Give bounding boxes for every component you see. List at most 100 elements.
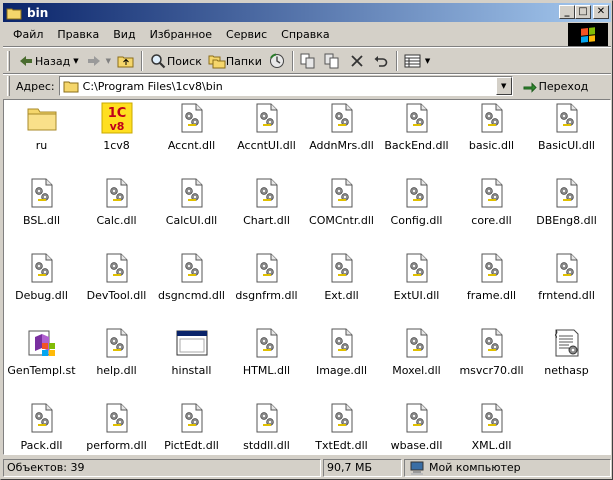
menu-view[interactable]: Вид <box>106 28 142 41</box>
file-name: Moxel.dll <box>392 364 441 377</box>
file-item[interactable]: COMCntr.dll <box>304 175 379 245</box>
file-item[interactable]: nethasp <box>529 325 604 395</box>
file-item[interactable]: help.dll <box>79 325 154 395</box>
up-folder-button[interactable] <box>114 50 138 72</box>
folders-icon <box>208 52 226 70</box>
file-item[interactable]: Accnt.dll <box>154 100 229 170</box>
undo-button[interactable] <box>369 50 393 72</box>
file-item[interactable]: PictEdt.dll <box>154 400 229 454</box>
file-item[interactable]: GenTempl.st <box>4 325 79 395</box>
history-icon <box>268 52 286 70</box>
dll-file-icon <box>251 252 283 284</box>
views-button[interactable]: ▼ <box>401 50 433 72</box>
chevron-down-icon[interactable]: ▼ <box>73 57 78 65</box>
title-bar[interactable]: bin _ □ ✕ <box>3 3 611 22</box>
window-app-icon <box>176 327 208 359</box>
menu-favorites[interactable]: Избранное <box>143 28 219 41</box>
dll-file-icon <box>476 102 508 134</box>
back-label: Назад <box>35 54 71 68</box>
file-item[interactable]: basic.dll <box>454 100 529 170</box>
file-item[interactable]: Calc.dll <box>79 175 154 245</box>
file-item[interactable]: frntend.dll <box>529 250 604 320</box>
file-name: COMCntr.dll <box>309 214 374 227</box>
file-item[interactable]: Ext.dll <box>304 250 379 320</box>
file-item[interactable]: Config.dll <box>379 175 454 245</box>
file-item[interactable]: Pack.dll <box>4 400 79 454</box>
copy-to-button[interactable] <box>321 50 345 72</box>
history-button[interactable] <box>265 50 289 72</box>
file-name: stddll.dll <box>243 439 290 452</box>
file-name: DBEng8.dll <box>536 214 597 227</box>
file-name: Image.dll <box>315 364 368 377</box>
file-item[interactable]: Image.dll <box>304 325 379 395</box>
file-item[interactable]: BSL.dll <box>4 175 79 245</box>
status-zone: Мой компьютер <box>404 458 611 477</box>
menu-tools[interactable]: Сервис <box>219 28 274 41</box>
file-name: perform.dll <box>86 439 147 452</box>
address-dropdown-button[interactable]: ▼ <box>495 77 512 95</box>
file-item[interactable]: AddnMrs.dll <box>304 100 379 170</box>
minimize-button[interactable]: _ <box>559 5 575 19</box>
svg-text:1C: 1C <box>107 106 126 121</box>
file-item[interactable]: Debug.dll <box>4 250 79 320</box>
menu-edit[interactable]: Правка <box>50 28 106 41</box>
window-title: bin <box>27 5 49 20</box>
file-item[interactable]: dsgncmd.dll <box>154 250 229 320</box>
file-name: TxtEdt.dll <box>315 439 368 452</box>
dll-file-icon <box>176 177 208 209</box>
maximize-icon: □ <box>578 6 588 17</box>
dll-file-icon <box>26 177 58 209</box>
file-item[interactable]: ExtUI.dll <box>379 250 454 320</box>
delete-button[interactable] <box>345 50 369 72</box>
file-item[interactable]: Moxel.dll <box>379 325 454 395</box>
menu-file[interactable]: Файл <box>9 28 50 41</box>
file-item[interactable]: CalcUI.dll <box>154 175 229 245</box>
file-item[interactable]: HTML.dll <box>229 325 304 395</box>
chevron-down-icon[interactable]: ▼ <box>106 57 111 65</box>
maximize-button[interactable]: □ <box>575 5 591 19</box>
file-item[interactable]: dsgnfrm.dll <box>229 250 304 320</box>
file-name: msvcr70.dll <box>459 364 524 377</box>
address-input[interactable]: C:\Program Files\1cv8\bin ▼ <box>58 76 513 96</box>
forward-button[interactable]: ▼ <box>82 50 114 72</box>
file-name: nethasp <box>544 364 589 377</box>
file-item[interactable]: ru <box>4 100 79 170</box>
status-objects-text: Объектов: 39 <box>7 461 85 474</box>
file-item[interactable]: 1C v8 1cv8 <box>79 100 154 170</box>
menu-help[interactable]: Справка <box>274 28 336 41</box>
move-to-button[interactable] <box>297 50 321 72</box>
file-item[interactable]: hinstall <box>154 325 229 395</box>
file-name: hinstall <box>171 364 212 377</box>
dll-file-icon <box>251 327 283 359</box>
file-item[interactable]: core.dll <box>454 175 529 245</box>
folders-button[interactable]: Папки <box>205 50 265 72</box>
file-item[interactable]: perform.dll <box>79 400 154 454</box>
back-button[interactable]: Назад ▼ <box>14 50 82 72</box>
file-item[interactable]: AccntUI.dll <box>229 100 304 170</box>
file-item[interactable]: stddll.dll <box>229 400 304 454</box>
file-item[interactable]: frame.dll <box>454 250 529 320</box>
go-button[interactable]: Переход <box>521 77 588 95</box>
status-size: 90,7 МБ <box>323 458 402 477</box>
chevron-down-icon: ▼ <box>500 82 507 90</box>
window-controls: _ □ ✕ <box>559 5 609 19</box>
file-item[interactable]: msvcr70.dll <box>454 325 529 395</box>
file-item[interactable]: DevTool.dll <box>79 250 154 320</box>
file-name: AddnMrs.dll <box>309 139 374 152</box>
toolbar-grip[interactable] <box>7 76 10 96</box>
close-button[interactable]: ✕ <box>593 5 609 19</box>
file-item[interactable]: XML.dll <box>454 400 529 454</box>
toolbar-grip[interactable] <box>7 51 10 71</box>
folder-up-icon <box>117 52 135 70</box>
file-item[interactable]: Chart.dll <box>229 175 304 245</box>
file-name: PictEdt.dll <box>164 439 219 452</box>
file-item[interactable]: BackEnd.dll <box>379 100 454 170</box>
chevron-down-icon[interactable]: ▼ <box>425 57 430 65</box>
status-size-text: 90,7 МБ <box>327 461 373 474</box>
search-button[interactable]: Поиск <box>146 50 205 72</box>
file-item[interactable]: BasicUI.dll <box>529 100 604 170</box>
file-item[interactable]: DBEng8.dll <box>529 175 604 245</box>
file-item[interactable]: TxtEdt.dll <box>304 400 379 454</box>
file-item[interactable]: wbase.dll <box>379 400 454 454</box>
file-name: frntend.dll <box>538 289 595 302</box>
